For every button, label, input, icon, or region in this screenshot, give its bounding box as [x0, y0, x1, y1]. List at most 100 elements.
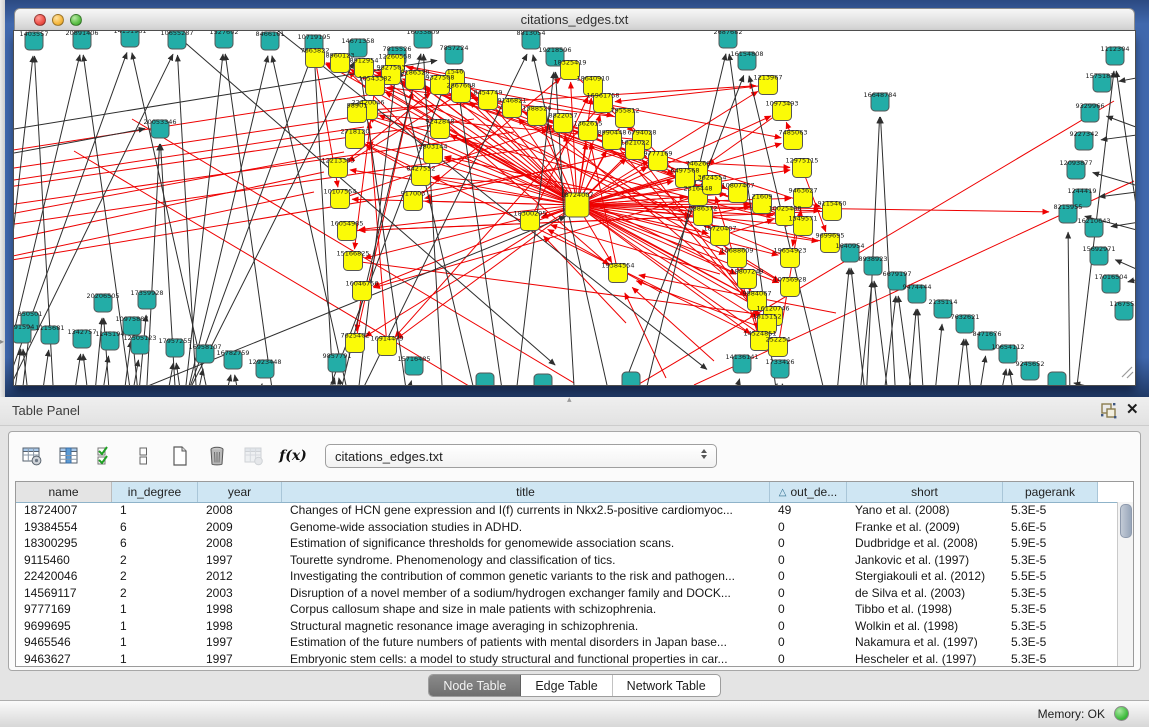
table-row[interactable]: 969969511998Structural magnetic resonanc… — [16, 618, 1118, 635]
function-builder-button[interactable]: f(x) — [278, 443, 308, 469]
table-row[interactable]: 1872400712008Changes of HCN gene express… — [16, 502, 1118, 519]
cell-out_degree[interactable]: 49 — [770, 503, 847, 517]
cell-out_degree[interactable]: 0 — [770, 602, 847, 616]
cell-out_degree[interactable]: 0 — [770, 635, 847, 649]
column-header-name[interactable]: name — [16, 482, 112, 502]
cell-year[interactable]: 1997 — [198, 635, 282, 649]
table-select-dropdown[interactable]: citations_edges.txt — [325, 444, 717, 468]
column-header-pagerank[interactable]: pagerank — [1003, 482, 1098, 502]
cell-title[interactable]: Structural magnetic resonance image aver… — [282, 619, 770, 633]
cell-out_degree[interactable]: 0 — [770, 520, 847, 534]
cell-out_degree[interactable]: 0 — [770, 619, 847, 633]
cell-title[interactable]: Estimation of significance thresholds fo… — [282, 536, 770, 550]
close-panel-icon[interactable]: ✕ — [1126, 401, 1139, 419]
table-row[interactable]: 1456911722003Disruption of a novel membe… — [16, 585, 1118, 602]
canvas-resize-grip[interactable] — [1122, 367, 1133, 378]
cell-out_degree[interactable]: 0 — [770, 536, 847, 550]
cell-pagerank[interactable]: 5.3E-5 — [1003, 586, 1098, 600]
cell-year[interactable]: 2012 — [198, 569, 282, 583]
cell-pagerank[interactable]: 5.3E-5 — [1003, 635, 1098, 649]
graph-node[interactable] — [476, 373, 494, 385]
float-window-icon[interactable] — [1100, 402, 1118, 420]
cell-title[interactable]: Embryonic stem cells: a model to study s… — [282, 652, 770, 666]
table-row[interactable]: 946554611997Estimation of the future num… — [16, 634, 1118, 651]
cell-short[interactable]: Wolkin et al. (1998) — [847, 619, 1003, 633]
expand-panel-arrow-icon[interactable]: ▸ — [0, 338, 4, 346]
column-header-year[interactable]: year — [198, 482, 282, 502]
cell-year[interactable]: 1997 — [198, 553, 282, 567]
cell-name[interactable]: 9115460 — [16, 553, 112, 567]
cell-short[interactable]: Franke et al. (2009) — [847, 520, 1003, 534]
cell-in_degree[interactable]: 1 — [112, 635, 198, 649]
cell-pagerank[interactable]: 5.3E-5 — [1003, 619, 1098, 633]
cell-title[interactable]: Disruption of a novel member of a sodium… — [282, 586, 770, 600]
delete-table-icon[interactable] — [204, 443, 230, 469]
cell-in_degree[interactable]: 2 — [112, 553, 198, 567]
column-header-out_degree[interactable]: △out_de... — [770, 482, 847, 502]
cell-name[interactable]: 9777169 — [16, 602, 112, 616]
cell-title[interactable]: Changes of HCN gene expression and I(f) … — [282, 503, 770, 517]
splitter-arrow-icon[interactable]: ▴ — [567, 394, 572, 405]
show-columns-checks-icon[interactable] — [93, 443, 119, 469]
cell-in_degree[interactable]: 6 — [112, 520, 198, 534]
new-table-icon[interactable] — [167, 443, 193, 469]
tab-network-table[interactable]: Network Table — [613, 675, 720, 696]
cell-title[interactable]: Investigating the contribution of common… — [282, 569, 770, 583]
cell-title[interactable]: Tourette syndrome. Phenomenology and cla… — [282, 553, 770, 567]
network-window-titlebar[interactable]: citations_edges.txt — [14, 8, 1135, 31]
cell-name[interactable]: 22420046 — [16, 569, 112, 583]
table-row[interactable]: 1830029562008Estimation of significance … — [16, 535, 1118, 552]
cell-name[interactable]: 9463627 — [16, 652, 112, 666]
table-row[interactable]: 946362711997Embryonic stem cells: a mode… — [16, 651, 1118, 668]
cell-short[interactable]: de Silva et al. (2003) — [847, 586, 1003, 600]
graph-node[interactable] — [1048, 372, 1066, 385]
column-header-title[interactable]: title — [282, 482, 770, 502]
cell-pagerank[interactable]: 5.3E-5 — [1003, 553, 1098, 567]
cell-year[interactable]: 2003 — [198, 586, 282, 600]
cell-year[interactable]: 1997 — [198, 652, 282, 666]
cell-title[interactable]: Corpus callosum shape and size in male p… — [282, 602, 770, 616]
cell-year[interactable]: 2009 — [198, 520, 282, 534]
cell-title[interactable]: Genome-wide association studies in ADHD. — [282, 520, 770, 534]
column-header-short[interactable]: short — [847, 482, 1003, 502]
cell-short[interactable]: Hescheler et al. (1997) — [847, 652, 1003, 666]
graph-node[interactable] — [622, 372, 640, 385]
cell-pagerank[interactable]: 5.6E-5 — [1003, 520, 1098, 534]
graph-node[interactable] — [534, 374, 552, 385]
cell-name[interactable]: 9699695 — [16, 619, 112, 633]
cell-year[interactable]: 2008 — [198, 536, 282, 550]
table-row[interactable]: 977716911998Corpus callosum shape and si… — [16, 601, 1118, 618]
cell-in_degree[interactable]: 1 — [112, 602, 198, 616]
cell-short[interactable]: Yano et al. (2008) — [847, 503, 1003, 517]
cell-name[interactable]: 19384554 — [16, 520, 112, 534]
row-options-icon[interactable] — [130, 443, 156, 469]
cell-pagerank[interactable]: 5.5E-5 — [1003, 569, 1098, 583]
cell-in_degree[interactable]: 1 — [112, 619, 198, 633]
table-row[interactable]: 1938455462009Genome-wide association stu… — [16, 519, 1118, 536]
cell-name[interactable]: 9465546 — [16, 635, 112, 649]
table-row[interactable]: 2242004622012Investigating the contribut… — [16, 568, 1118, 585]
cell-pagerank[interactable]: 5.9E-5 — [1003, 536, 1098, 550]
cell-out_degree[interactable]: 0 — [770, 586, 847, 600]
cell-in_degree[interactable]: 1 — [112, 503, 198, 517]
cell-in_degree[interactable]: 6 — [112, 536, 198, 550]
cell-year[interactable]: 1998 — [198, 619, 282, 633]
tab-edge-table[interactable]: Edge Table — [521, 675, 612, 696]
cell-out_degree[interactable]: 0 — [770, 553, 847, 567]
cell-in_degree[interactable]: 2 — [112, 569, 198, 583]
table-settings-icon[interactable] — [19, 443, 45, 469]
cell-in_degree[interactable]: 2 — [112, 586, 198, 600]
cell-name[interactable]: 18724007 — [16, 503, 112, 517]
network-view-canvas[interactable]: 1403557208914061415196110655287152760284… — [14, 31, 1135, 385]
cell-in_degree[interactable]: 1 — [112, 652, 198, 666]
cell-short[interactable]: Stergiakouli et al. (2012) — [847, 569, 1003, 583]
table-vertical-scrollbar[interactable] — [1117, 502, 1133, 666]
cell-pagerank[interactable]: 5.3E-5 — [1003, 503, 1098, 517]
column-header-in_degree[interactable]: in_degree — [112, 482, 198, 502]
cell-title[interactable]: Estimation of the future numbers of pati… — [282, 635, 770, 649]
cell-short[interactable]: Dudbridge et al. (2008) — [847, 536, 1003, 550]
cell-out_degree[interactable]: 0 — [770, 652, 847, 666]
table-row[interactable]: 911546021997Tourette syndrome. Phenomeno… — [16, 552, 1118, 569]
cell-year[interactable]: 1998 — [198, 602, 282, 616]
cell-short[interactable]: Nakamura et al. (1997) — [847, 635, 1003, 649]
